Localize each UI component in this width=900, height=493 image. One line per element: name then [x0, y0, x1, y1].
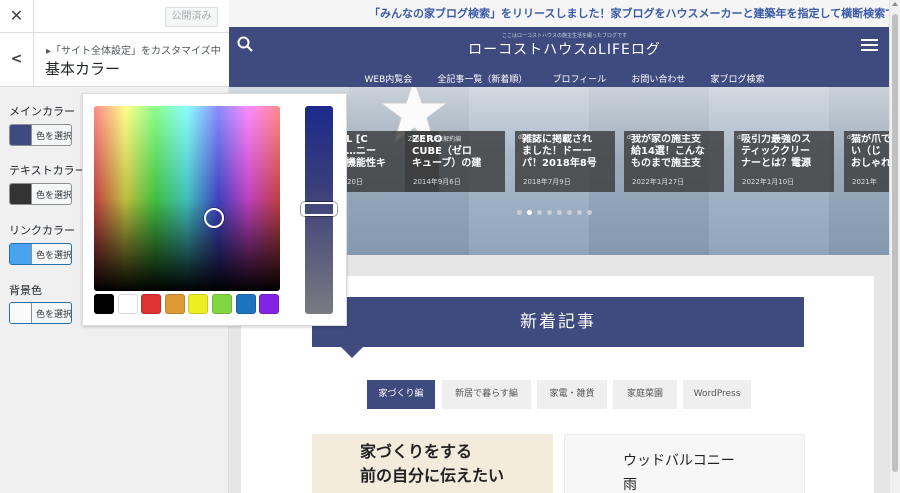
palette-swatch[interactable] [164, 294, 185, 314]
slide-card-date: 2021年 [852, 178, 877, 186]
tab-garden[interactable]: 家庭菜園 [613, 380, 677, 409]
main-color-label: メインカラー [9, 105, 75, 118]
scrollbar-thumb[interactable] [892, 14, 898, 472]
slide-card-title: 雑誌に掲載され ました！ドーー パ！2018年8号 [522, 134, 597, 169]
palette-swatch[interactable] [141, 294, 162, 314]
slider-dot[interactable] [537, 210, 542, 215]
section-heading-pointer [341, 347, 363, 358]
color-picker-popup [82, 93, 347, 326]
post-thumbnail-text: 家づくりをする 前の自分に伝えたい [360, 442, 505, 485]
close-icon[interactable]: ✕ [0, 0, 34, 33]
tab-new-life[interactable]: 新居で暮らす編 [442, 380, 531, 409]
main-color-button[interactable]: 色を選択 [9, 124, 72, 146]
section-header: < ▸「サイト全体設定」をカスタマイズ中 基本カラー [0, 33, 229, 87]
slide-card-date: 2014年9月6日 [413, 178, 461, 186]
slider-dot[interactable] [567, 210, 572, 215]
link-color-label: リンクカラー [9, 224, 75, 237]
nav-item-blog-search[interactable]: 家ブログ検索 [710, 72, 764, 85]
palette-swatch[interactable] [188, 294, 209, 314]
background-color-button-label: 色を選択 [36, 310, 72, 320]
nav-item-all-posts[interactable]: 全記事一覧（新着順） [437, 72, 527, 85]
slide-card-date: 2022年1月27日 [632, 178, 685, 186]
background-color-label: 背景色 [9, 284, 42, 297]
slider-dot[interactable] [587, 210, 592, 215]
hue-slider-handle[interactable] [301, 202, 337, 216]
chevron-left-icon[interactable]: < [0, 33, 34, 86]
nav-item-contact[interactable]: お問い合わせ [631, 72, 685, 85]
nav-item-profile[interactable]: プロフィール [552, 72, 606, 85]
slide-card-title: ZERO CUBE（ゼロ キューブ）の建 [412, 134, 482, 169]
customizer-top-bar: ✕ 公開済み [0, 0, 229, 33]
slide-card-date: 2018年7月9日 [523, 178, 571, 186]
nav-item-web-tour[interactable]: WEB内覧会 [364, 72, 412, 85]
palette-swatch[interactable] [94, 294, 114, 314]
main-color-swatch [10, 125, 32, 145]
slider-dot-active[interactable] [527, 210, 532, 215]
text-color-button-label: 色を選択 [36, 191, 72, 201]
post-thumbnail-text: ウッドバルコニー 雨 [623, 453, 735, 493]
slider-pagination [517, 200, 597, 219]
palette-swatch[interactable] [212, 294, 232, 314]
post-thumbnail[interactable]: ウッドバルコニー 雨 [564, 434, 805, 493]
post-thumbnail[interactable]: 家づくりをする 前の自分に伝えたい [312, 434, 553, 493]
scroll-up-arrow-icon[interactable] [892, 2, 898, 6]
text-color-label: テキストカラー [9, 164, 86, 177]
scrollbar[interactable] [889, 0, 900, 493]
slide-card[interactable]: d 我が家の施主支 給14選！こんな ものまで施主支 2022年1月27日 [624, 131, 724, 192]
background-color-swatch [10, 303, 32, 323]
slide-card[interactable]: ZERO CUBE解約編 ZERO CUBE（ゼロ キューブ）の建 2014年9… [405, 131, 505, 192]
slide-card-date: 2022年1月10日 [742, 178, 795, 186]
slider-dot[interactable] [557, 210, 562, 215]
color-picker-handle[interactable] [204, 208, 224, 228]
publish-button[interactable]: 公開済み [165, 7, 218, 27]
palette-swatch[interactable] [117, 294, 138, 314]
site-logo[interactable]: ローコストハウス⌂LIFEログ [229, 39, 900, 59]
slide-card-title: 我が家の施主支 給14選！こんな ものまで施主支 [631, 134, 705, 169]
notice-bar[interactable]: 「みんなの家ブログ検索」をリリースしました！家ブログをハウスメーカーと建築年を指… [229, 0, 900, 27]
hamburger-menu-icon[interactable] [861, 39, 878, 51]
section-heading: 新着記事 [312, 297, 804, 347]
slide-card-date: 20日 [347, 178, 363, 186]
link-color-button[interactable]: 色を選択 [9, 243, 72, 265]
global-nav: WEB内覧会 全記事一覧（新着順） プロフィール お問い合わせ 家ブログ検索 [229, 67, 900, 86]
breadcrumb: ▸「サイト全体設定」をカスタマイズ中 [46, 46, 221, 57]
slider-dot[interactable] [547, 210, 552, 215]
section-title: 基本カラー [45, 60, 121, 78]
link-color-button-label: 色を選択 [36, 251, 72, 261]
tab-house-building[interactable]: 家づくり編 [367, 380, 435, 409]
background-color-button[interactable]: 色を選択 [9, 302, 72, 324]
text-color-button[interactable]: 色を選択 [9, 183, 72, 205]
slide-card[interactable]: d 吸引力最強のス ティッククリー ナーとは？電源 2022年1月10日 [734, 131, 834, 192]
palette-swatch[interactable] [235, 294, 256, 314]
slide-card-title: 吸引力最強のス ティッククリー ナーとは？電源 [741, 134, 811, 169]
link-color-swatch [10, 244, 32, 264]
site-header: ここはローコストハウスの施主生活を綴ったブログです ローコストハウス⌂LIFEロ… [229, 27, 900, 87]
slider-dot[interactable] [517, 210, 522, 215]
text-color-swatch [10, 184, 32, 204]
main-color-button-label: 色を選択 [36, 132, 72, 142]
tab-wordpress[interactable]: WordPress [683, 380, 751, 409]
color-saturation-area[interactable] [94, 106, 280, 291]
slide-card[interactable]: d 雑誌に掲載され ました！ドーー パ！2018年8号 2018年7月9日 [515, 131, 615, 192]
palette-swatch[interactable] [259, 294, 280, 314]
slider-dot[interactable] [577, 210, 582, 215]
site-tagline: ここはローコストハウスの施主生活を綴ったブログです [501, 33, 627, 39]
tab-appliances[interactable]: 家電・雑貨 [537, 380, 607, 409]
